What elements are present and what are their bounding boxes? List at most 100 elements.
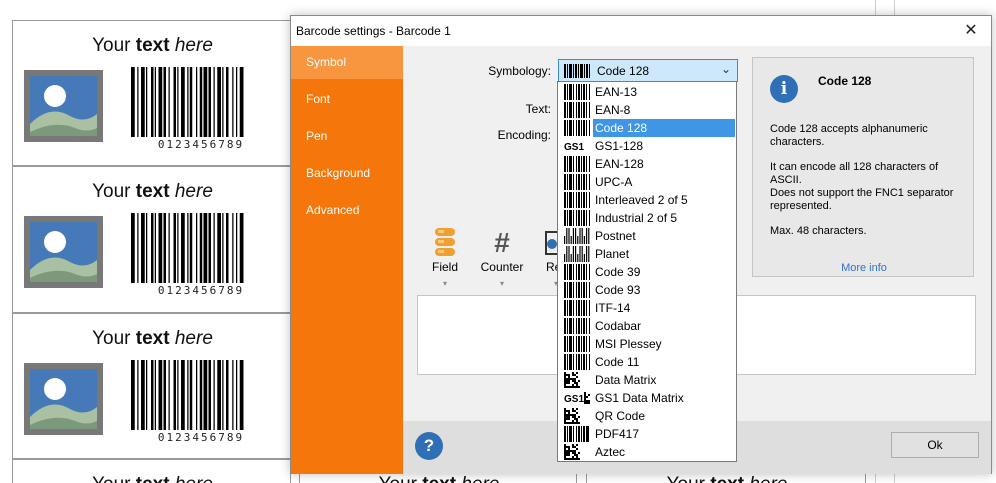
barcode-icon <box>564 354 590 370</box>
label-card[interactable]: Your text here 0123456789 <box>12 313 291 459</box>
label-text-italic: here <box>461 474 499 483</box>
label-text: Your text here <box>13 328 292 350</box>
label-text-bold: text <box>135 328 170 349</box>
dropdown-option[interactable]: Code 39 <box>558 263 736 281</box>
info-paragraph: It can encode all 128 characters of ASCI… <box>770 161 939 186</box>
dropdown-option[interactable]: EAN-128 <box>558 155 736 173</box>
dialog-titlebar[interactable]: Barcode settings - Barcode 1 ✕ <box>291 16 991 46</box>
info-paragraph: Max. 48 characters. <box>770 225 867 237</box>
counter-tool-button[interactable]: # Counter ▾ <box>477 226 527 288</box>
label-card[interactable]: Your text here 0123456789 <box>12 20 291 166</box>
label-text-bold: text <box>136 474 170 483</box>
chevron-down-icon: ⌄ <box>720 62 731 76</box>
dropdown-option[interactable]: Code 93 <box>558 281 736 299</box>
hash-glyph: # <box>494 227 510 258</box>
dropdown-option[interactable]: Code 128 <box>558 119 736 137</box>
caret-down-icon[interactable]: ▾ <box>477 279 527 288</box>
dropdown-option[interactable]: Planet <box>558 245 736 263</box>
dropdown-option-label: Code 11 <box>595 355 640 369</box>
label-text-italic: here <box>174 35 213 56</box>
dropdown-option-label: Data Matrix <box>595 373 657 387</box>
barcode-icon <box>564 282 590 298</box>
qr-code-icon <box>564 408 580 424</box>
label-text: Your text here <box>13 474 292 483</box>
sidebar-item-pen[interactable]: Pen <box>291 120 403 153</box>
datamatrix-icon <box>564 372 580 388</box>
gs1-datamatrix-icon: GS1 <box>564 392 590 405</box>
info-title: Code 128 <box>818 74 872 88</box>
barcode-icon <box>564 84 590 100</box>
tool-label: Field <box>431 260 458 274</box>
label-text: Your text here <box>13 181 292 203</box>
dropdown-option[interactable]: EAN-8 <box>558 101 736 119</box>
dropdown-option[interactable]: ITF-14 <box>558 299 736 317</box>
dropdown-option[interactable]: GS1 GS1 Data Matrix <box>558 389 736 407</box>
barcode-icon <box>564 174 590 190</box>
more-info-link[interactable]: More info <box>753 262 975 274</box>
label-text-plain: Your <box>92 181 131 202</box>
label-text: Your text here <box>13 35 292 57</box>
gs1-icon: GS1 <box>564 142 584 153</box>
close-icon: ✕ <box>964 22 978 39</box>
dropdown-option-label: Industrial 2 of 5 <box>595 211 678 225</box>
caret-down-icon[interactable]: ▾ <box>420 279 470 288</box>
dropdown-option[interactable]: MSI Plessey <box>558 335 736 353</box>
dropdown-option[interactable]: Industrial 2 of 5 <box>558 209 736 227</box>
sidebar-item-font[interactable]: Font <box>291 83 403 116</box>
settings-sidebar: Symbol Font Pen Background Advanced <box>291 46 403 474</box>
help-icon[interactable]: ? <box>415 432 443 460</box>
dropdown-option-label: GS1 Data Matrix <box>595 391 684 405</box>
dropdown-option[interactable]: Aztec <box>558 443 736 461</box>
label-text: Your text here <box>300 474 578 483</box>
label-text-plain: Your <box>92 328 131 349</box>
field-tool-button[interactable]: Field ▾ <box>420 226 470 288</box>
label-card[interactable]: Your text here <box>12 459 291 483</box>
info-paragraph: Does not support the FNC1 separator repr… <box>770 187 954 212</box>
barcode-icon <box>564 64 590 78</box>
barcode-digits: 0123456789 <box>157 138 245 151</box>
gs1-text: GS1 <box>564 394 584 405</box>
info-icon: i <box>770 75 798 103</box>
dropdown-option-label: EAN-8 <box>595 103 631 117</box>
dropdown-option[interactable]: Code 11 <box>558 353 736 371</box>
dropdown-option-label: ITF-14 <box>595 301 631 315</box>
label-text-italic: here <box>174 181 213 202</box>
dialog-title: Barcode settings - Barcode 1 <box>296 24 451 38</box>
image-placeholder-icon <box>24 70 103 142</box>
sidebar-item-symbol[interactable]: Symbol <box>291 46 403 79</box>
sidebar-item-background[interactable]: Background <box>291 157 403 190</box>
dropdown-option-label: GS1-128 <box>595 139 644 153</box>
dropdown-option[interactable]: EAN-13 <box>558 83 736 101</box>
dropdown-option[interactable]: QR Code <box>558 407 736 425</box>
symbology-select[interactable]: Code 128 ⌄ <box>558 59 738 82</box>
sidebar-item-label: Font <box>306 92 331 106</box>
barcode-digits: 0123456789 <box>157 284 245 297</box>
dropdown-option[interactable]: Interleaved 2 of 5 <box>558 191 736 209</box>
dropdown-option-label: Code 39 <box>595 265 641 279</box>
sidebar-item-advanced[interactable]: Advanced <box>291 194 403 227</box>
dropdown-option-label: UPC-A <box>595 175 633 189</box>
database-icon <box>420 226 470 260</box>
dropdown-option[interactable]: Postnet <box>558 227 736 245</box>
barcode-graphic <box>131 67 244 137</box>
aztec-icon <box>564 444 580 460</box>
symbology-dropdown-list[interactable]: EAN-13 EAN-8 Code 128 GS1 GS1-128 EAN-128 UPC-… <box>557 81 737 462</box>
dropdown-option[interactable]: Codabar <box>558 317 736 335</box>
dropdown-option[interactable]: GS1 GS1-128 <box>558 137 736 155</box>
barcode-graphic <box>131 360 244 430</box>
hash-icon: # <box>477 226 527 260</box>
symbology-label: Symbology: <box>488 64 551 78</box>
dropdown-option[interactable]: UPC-A <box>558 173 736 191</box>
barcode-icon <box>564 264 590 280</box>
label-text-bold: text <box>135 35 170 56</box>
dropdown-option-label: EAN-128 <box>595 157 644 171</box>
sidebar-item-label: Advanced <box>306 203 360 217</box>
text-label: Text: <box>525 102 551 116</box>
dropdown-option[interactable]: PDF417 <box>558 425 736 443</box>
barcode-icon <box>564 156 590 172</box>
label-card[interactable]: Your text here 0123456789 <box>12 166 291 313</box>
dropdown-option[interactable]: Data Matrix <box>558 371 736 389</box>
ok-button[interactable]: Ok <box>891 432 979 458</box>
barcode-digits: 0123456789 <box>157 431 245 444</box>
close-button[interactable]: ✕ <box>951 16 991 46</box>
